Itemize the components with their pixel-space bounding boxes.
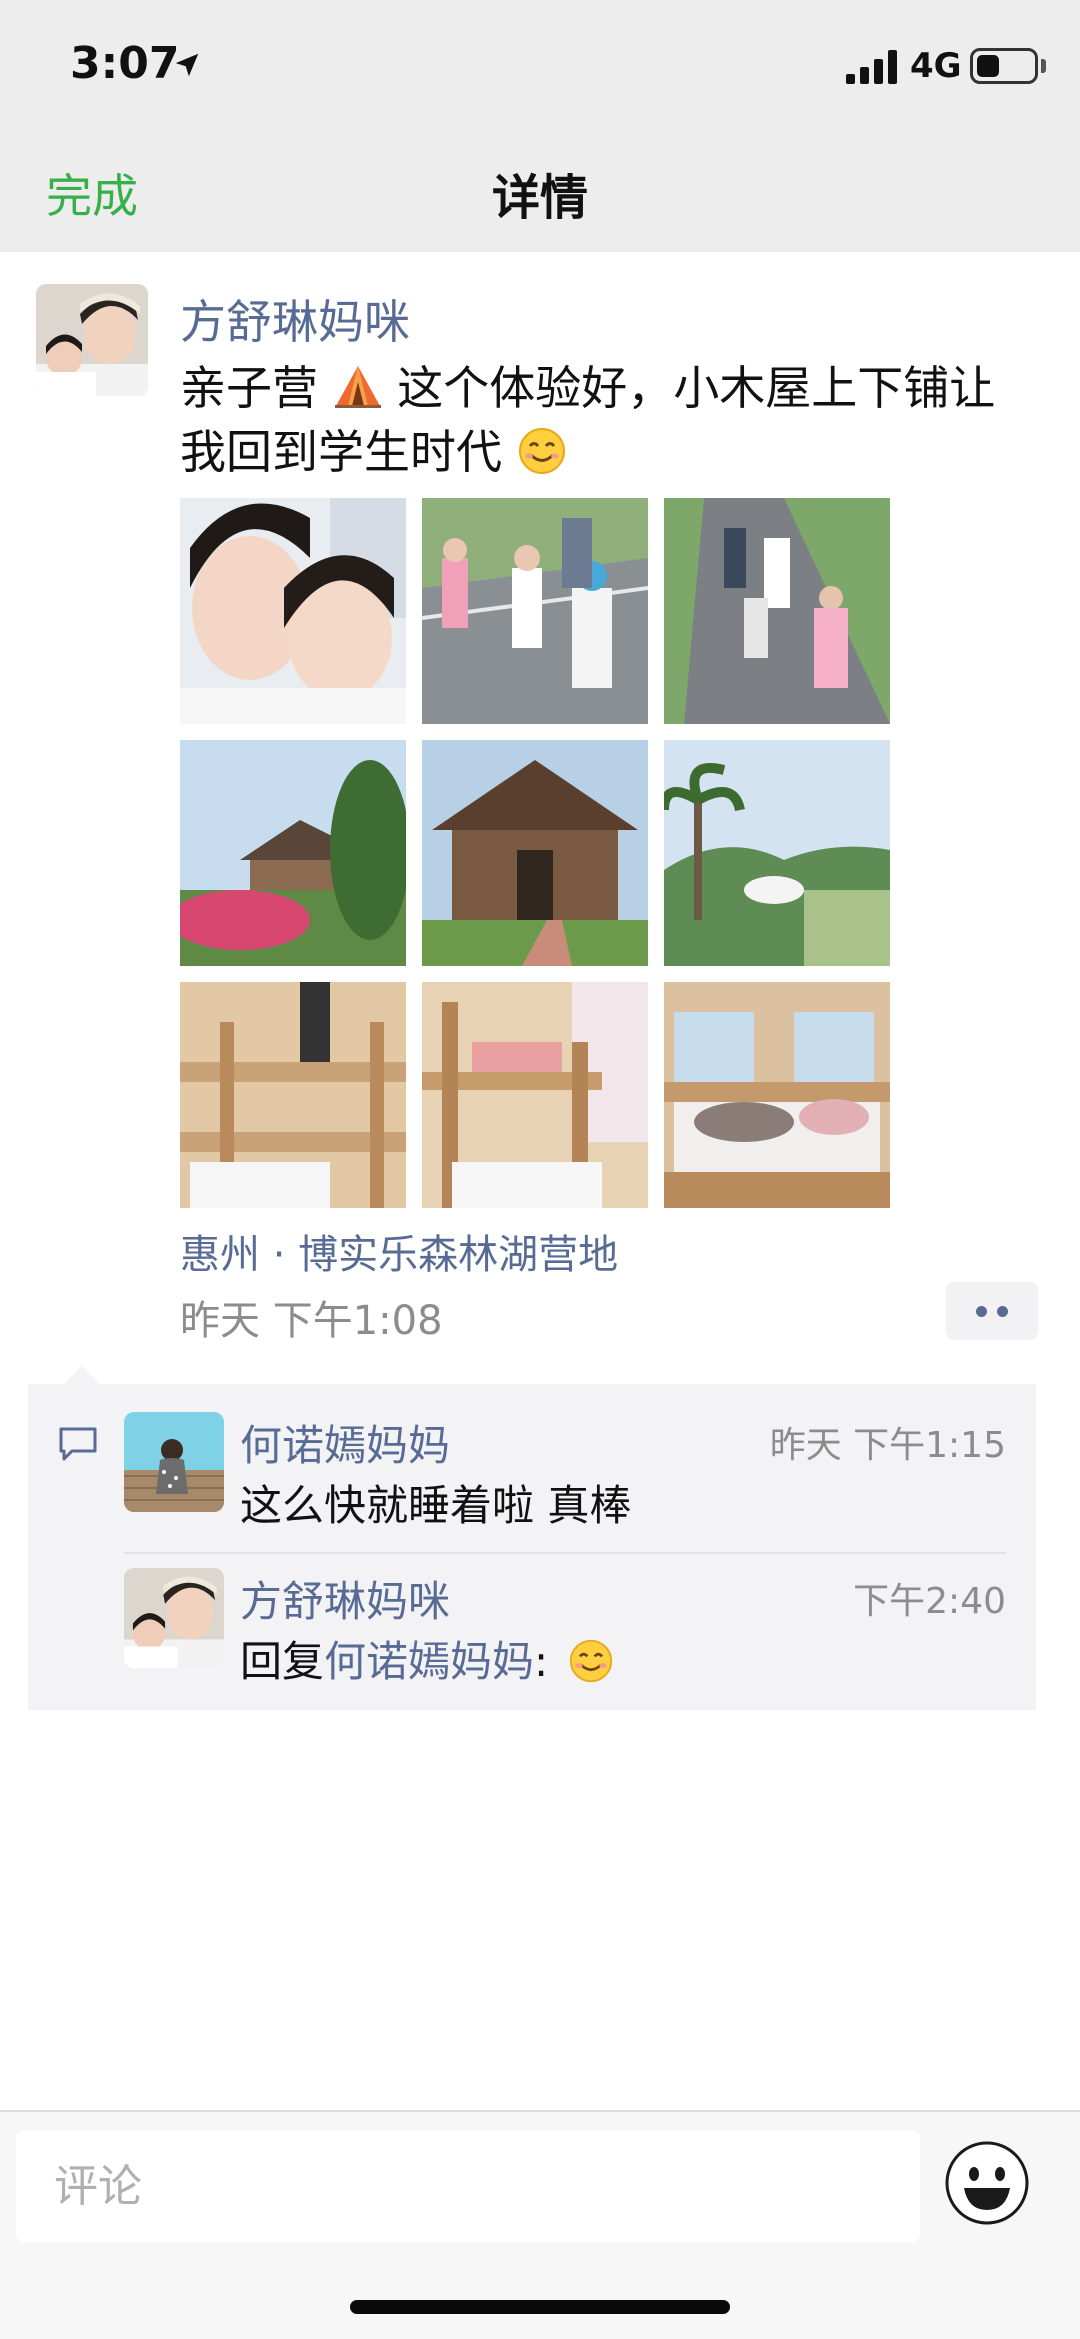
comment-author[interactable]: 方舒琳妈咪 xyxy=(240,1568,450,1629)
network-type: 4G xyxy=(910,46,962,86)
comment-avatar[interactable] xyxy=(124,1568,224,1668)
tent-icon xyxy=(334,366,381,408)
comment-avatar[interactable] xyxy=(124,1412,224,1512)
top-bar: 3:07 4G 完成 详情 xyxy=(0,0,1080,252)
photo-kids-walking[interactable] xyxy=(422,498,648,724)
signal-icon xyxy=(846,50,897,84)
reply-target-name[interactable]: 何诺嫣妈妈 xyxy=(324,1637,534,1686)
more-dot-icon xyxy=(976,1306,987,1317)
more-dot-icon xyxy=(997,1306,1008,1317)
more-actions-button[interactable] xyxy=(946,1282,1038,1340)
emoji-face-icon[interactable] xyxy=(944,2140,1030,2226)
battery-cap xyxy=(1041,59,1046,73)
comment-text[interactable]: 回复何诺嫣妈妈: xyxy=(240,1628,614,1689)
photo-garden-cabin[interactable] xyxy=(180,740,406,966)
photo-bunk-bed-1[interactable] xyxy=(180,982,406,1208)
photo-wooden-cabin[interactable] xyxy=(422,740,648,966)
comments-panel: 何诺嫣妈妈 昨天 下午1:15 这么快就睡着啦 真棒 方舒琳妈咪 下午2:40 … xyxy=(28,1384,1036,1710)
comment-bubble-icon xyxy=(59,1427,97,1461)
smile-emoji-icon xyxy=(569,1639,612,1683)
home-indicator xyxy=(350,2300,730,2314)
comment-time: 下午2:40 xyxy=(853,1581,1006,1622)
reply-prefix: 回复 xyxy=(240,1637,325,1686)
comment-text[interactable]: 这么快就睡着啦 真棒 xyxy=(240,1472,631,1533)
comment-time: 昨天 下午1:15 xyxy=(769,1425,1006,1466)
post-author-name[interactable]: 方舒琳妈咪 xyxy=(180,286,410,352)
page-title: 详情 xyxy=(491,170,588,226)
comments-caret xyxy=(64,1366,100,1384)
photo-bunk-bed-2[interactable] xyxy=(422,982,648,1208)
smile-emoji-icon xyxy=(518,428,565,474)
photo-path-hikers[interactable] xyxy=(664,498,890,724)
status-time: 3:07 xyxy=(70,38,180,89)
photo-kids-sleeping[interactable] xyxy=(664,982,890,1208)
battery-level xyxy=(977,55,999,77)
post-text-part1: 亲子营 xyxy=(180,361,318,415)
comment-author[interactable]: 何诺嫣妈妈 xyxy=(240,1412,450,1473)
post-time: 昨天 下午1:08 xyxy=(180,1298,443,1344)
photo-selfie[interactable] xyxy=(180,498,406,724)
post-location[interactable]: 惠州 · 博实乐森林湖营地 xyxy=(180,1222,618,1280)
comment-input[interactable] xyxy=(16,2130,920,2242)
comment-divider xyxy=(124,1552,1006,1554)
post-text: 亲子营 这个体验好，小木屋上下铺让我回到学生时代 xyxy=(180,356,1030,484)
battery-icon xyxy=(970,48,1038,84)
location-arrow-icon xyxy=(175,53,199,77)
photo-palm-lake[interactable] xyxy=(664,740,890,966)
post-author-avatar[interactable] xyxy=(36,284,148,396)
reply-colon: : xyxy=(534,1637,549,1686)
